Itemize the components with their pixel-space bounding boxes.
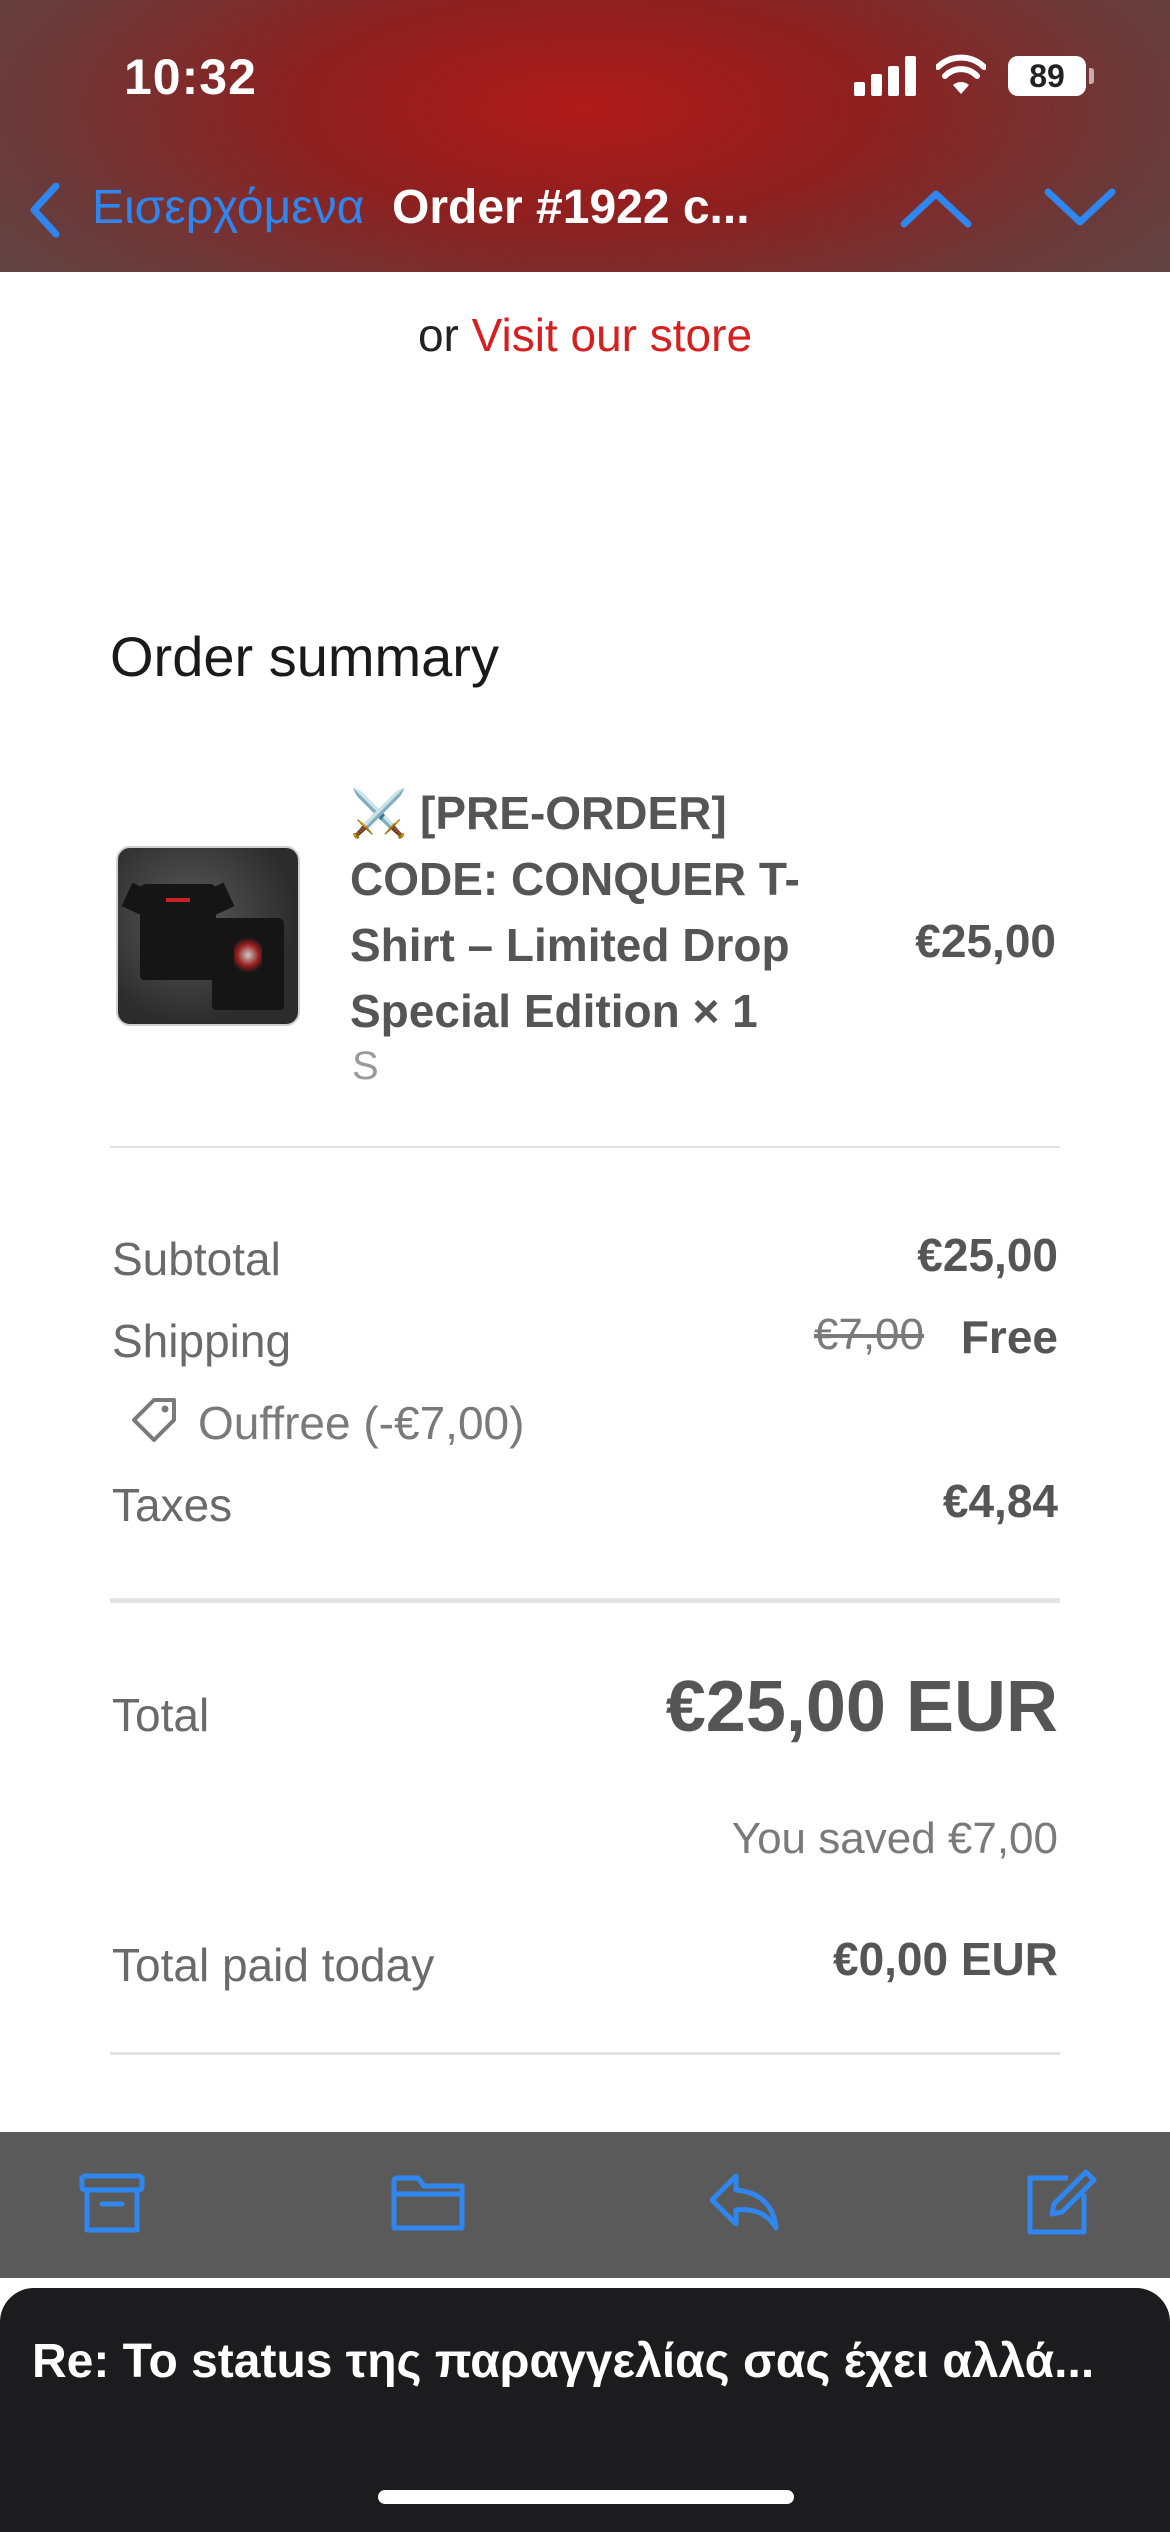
reply-icon[interactable]	[706, 2166, 782, 2238]
product-thumbnail	[116, 846, 300, 1026]
shirt-front-image	[140, 884, 216, 980]
tag-icon	[132, 1398, 176, 1442]
total-paid-today-value: €0,00 EUR	[832, 1933, 1058, 1985]
divider	[110, 2052, 1060, 2055]
visit-store-link[interactable]: Visit our store	[472, 309, 752, 361]
cellular-signal-icon	[854, 56, 916, 96]
product-price: €25,00	[915, 915, 1056, 967]
taxes-value: €4,84	[942, 1475, 1058, 1527]
product-name: ⚔️ [PRE-ORDER] CODE: CONQUER T-Shirt – L…	[350, 787, 800, 1037]
back-to-inbox-link[interactable]: Εισερχόμενα	[92, 180, 364, 235]
message-title: Order #1922 c...	[392, 181, 750, 234]
down-chevron-icon[interactable]	[1044, 186, 1116, 230]
draft-reply-subject[interactable]: Re: Το status της παραγγελίας σας έχει α…	[32, 2334, 1142, 2389]
compose-icon[interactable]	[1022, 2166, 1098, 2238]
back-chevron-icon[interactable]	[24, 180, 68, 240]
shipping-original-price: €7,00	[813, 1310, 924, 1359]
subtotal-value: €25,00	[917, 1229, 1058, 1281]
divider	[110, 1146, 1060, 1148]
total-label: Total	[112, 1689, 210, 1741]
up-chevron-icon[interactable]	[900, 186, 972, 230]
wifi-icon	[936, 54, 986, 94]
discount-code: Ouffree (-€7,00)	[198, 1397, 525, 1449]
total-paid-today-label: Total paid today	[112, 1939, 435, 1991]
visit-store-line: or Visit our store	[0, 308, 1170, 362]
home-indicator[interactable]	[378, 2490, 794, 2504]
order-summary-heading: Order summary	[110, 625, 499, 688]
total-value: €25,00 EUR	[665, 1667, 1058, 1747]
shirt-back-image	[212, 918, 284, 1010]
shipping-label: Shipping	[112, 1315, 292, 1367]
shipping-value: Free	[960, 1311, 1058, 1363]
visit-prefix: or	[417, 309, 459, 361]
status-time: 10:32	[124, 49, 257, 105]
archive-icon[interactable]	[74, 2166, 150, 2238]
folder-icon[interactable]	[390, 2166, 466, 2238]
divider	[110, 1598, 1060, 1603]
mail-header: 10:32 89 Εισερχόμενα Order #1922 c...	[0, 0, 1170, 272]
battery-indicator: 89	[1008, 56, 1094, 96]
subtotal-label: Subtotal	[112, 1233, 281, 1285]
taxes-label: Taxes	[112, 1479, 233, 1531]
product-variant: S	[352, 1044, 379, 1088]
mail-toolbar	[0, 2132, 1170, 2278]
savings-text: You saved €7,00	[731, 1814, 1058, 1863]
